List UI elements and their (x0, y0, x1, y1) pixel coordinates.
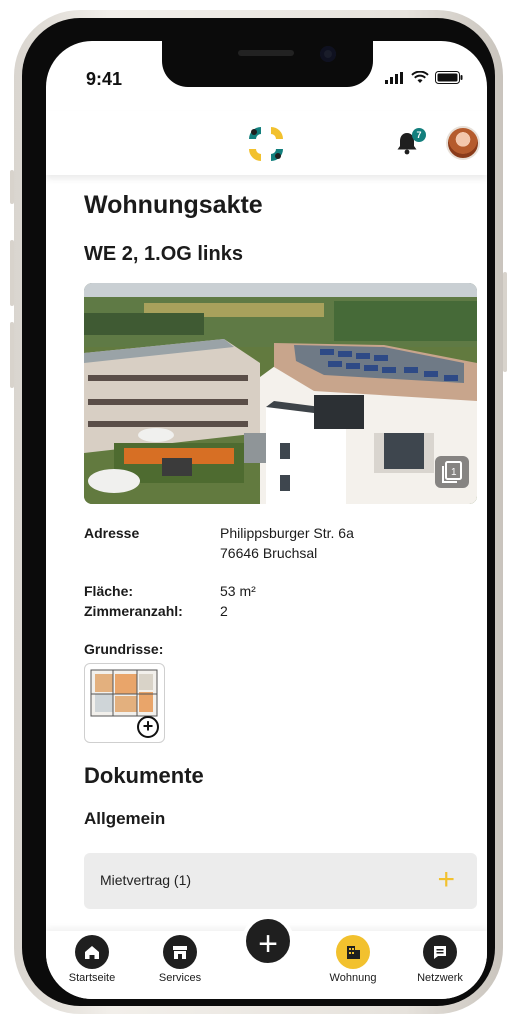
rooms-label: Zimmeranzahl: (84, 603, 183, 619)
app-logo[interactable] (247, 125, 285, 163)
page-title: Wohnungsakte (84, 191, 263, 219)
unit-title: WE 2, 1.OG links (84, 243, 243, 265)
speaker (238, 50, 294, 56)
documents-title: Dokumente (84, 763, 204, 788)
area-value: 53 m² (220, 583, 256, 599)
chat-icon (423, 935, 457, 969)
tab-startseite[interactable]: Startseite (57, 935, 127, 984)
notification-badge: 7 (412, 128, 426, 142)
status-icons (385, 71, 463, 84)
address-line2: 76646 Bruchsal (220, 545, 318, 561)
building-aerial-image (84, 283, 477, 504)
document-label: Mietvertrag (1) (100, 872, 192, 888)
building-icon (336, 935, 370, 969)
tab-netzwerk[interactable]: Netzwerk (405, 935, 475, 984)
phone-frame: 9:41 7 Wohnungsakte WE 2, 1.OG links 1 A… (10, 10, 507, 1014)
photo-count: 1 (451, 467, 457, 478)
gallery-button[interactable]: 1 (435, 456, 469, 488)
floorplans-label: Grundrisse: (84, 641, 164, 657)
document-row-mietvertrag[interactable]: Mietvertrag (1) + (84, 853, 477, 909)
tab-label: Wohnung (329, 972, 377, 984)
main-content: Wohnungsakte WE 2, 1.OG links 1 Adresse … (46, 175, 487, 935)
tab-services[interactable]: Services (145, 935, 215, 984)
screen: 9:41 7 Wohnungsakte WE 2, 1.OG links 1 A… (46, 41, 487, 999)
area-label: Fläche: (84, 583, 134, 599)
status-time: 9:41 (86, 69, 123, 89)
tab-label: Netzwerk (417, 972, 463, 984)
apartment-photo[interactable]: 1 (84, 283, 477, 504)
app-header: 7 (46, 111, 487, 175)
signal-icon (385, 71, 403, 84)
volume-up-button (10, 240, 14, 306)
notch (162, 41, 373, 87)
store-icon (163, 935, 197, 969)
wifi-icon (411, 71, 429, 83)
gallery-icon: 1 (442, 461, 462, 483)
mute-switch (10, 170, 14, 204)
phone-bezel: 9:41 7 Wohnungsakte WE 2, 1.OG links 1 A… (22, 18, 495, 1006)
add-floorplan-button[interactable]: + (137, 716, 159, 738)
plus-icon[interactable]: + (437, 865, 455, 895)
documents-section-title: Allgemein (84, 809, 166, 828)
volume-down-button (10, 322, 14, 388)
rooms-value: 2 (220, 603, 228, 619)
address-line1: Philippsburger Str. 6a (220, 525, 354, 541)
add-button[interactable]: + (242, 915, 294, 967)
front-camera (320, 46, 336, 62)
floorplan-thumbnail[interactable]: + (84, 663, 165, 743)
power-button (503, 272, 507, 372)
tab-label: Services (158, 972, 202, 984)
avatar[interactable] (446, 126, 480, 160)
battery-icon (435, 71, 463, 84)
tab-label: Startseite (68, 972, 116, 984)
address-label: Adresse (84, 525, 140, 541)
home-icon (75, 935, 109, 969)
tab-wohnung[interactable]: Wohnung (318, 935, 388, 984)
